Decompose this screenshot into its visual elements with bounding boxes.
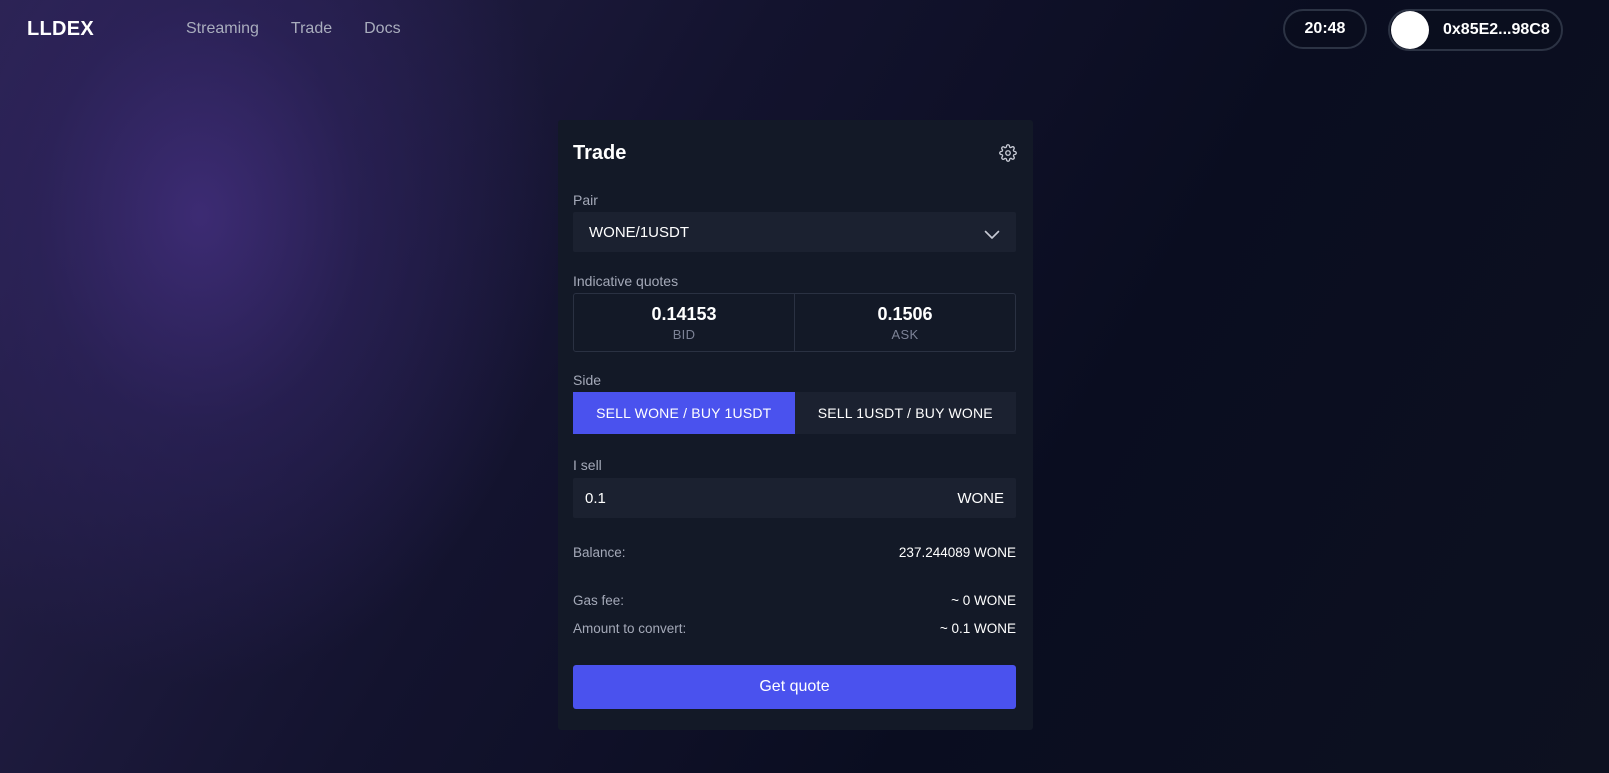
nav-link-docs[interactable]: Docs	[364, 20, 400, 38]
sell-amount-field: WONE	[573, 478, 1016, 518]
nav-link-streaming[interactable]: Streaming	[186, 20, 259, 38]
balance-row: Balance: 237.244089 WONE	[573, 545, 1016, 560]
gas-fee-row: Gas fee: ~ 0 WONE	[573, 593, 1016, 608]
app-logo[interactable]: LLDEX	[27, 18, 94, 41]
ask-value: 0.1506	[877, 304, 933, 324]
sell-amount-input[interactable]	[585, 489, 958, 507]
main-nav: Streaming Trade Docs	[186, 20, 401, 38]
indicative-quotes: 0.14153 BID 0.1506 ASK	[573, 293, 1016, 352]
nav-link-trade[interactable]: Trade	[291, 20, 332, 38]
balance-value: 237.244089 WONE	[898, 545, 1016, 560]
gas-fee-label: Gas fee:	[573, 593, 625, 608]
quotes-label: Indicative quotes	[573, 273, 679, 289]
wallet-address: 0x85E2...98C8	[1443, 21, 1550, 38]
wallet-button[interactable]: 0x85E2...98C8	[1388, 9, 1563, 51]
pair-label: Pair	[573, 192, 598, 208]
gear-icon[interactable]	[999, 144, 1017, 162]
bid-value: 0.14153	[651, 304, 717, 324]
convert-value: ~ 0.1 WONE	[939, 621, 1016, 636]
side-toggle: SELL WONE / BUY 1USDT SELL 1USDT / BUY W…	[573, 392, 1016, 434]
get-quote-button[interactable]: Get quote	[573, 665, 1016, 709]
side-sell-wone-button[interactable]: SELL WONE / BUY 1USDT	[573, 392, 795, 434]
wallet-avatar	[1391, 11, 1429, 49]
trade-card: Trade Pair WONE/1USDT Indicative quotes …	[558, 120, 1033, 730]
clock-display: 20:48	[1283, 9, 1367, 49]
gas-fee-value: ~ 0 WONE	[951, 593, 1016, 608]
balance-label: Balance:	[573, 545, 626, 560]
pair-select[interactable]: WONE/1USDT	[573, 212, 1016, 252]
convert-label: Amount to convert:	[573, 621, 687, 636]
card-title: Trade	[573, 142, 627, 164]
ask-quote: 0.1506 ASK	[794, 294, 1015, 351]
chevron-down-icon	[984, 227, 1000, 239]
side-label: Side	[573, 372, 602, 388]
side-sell-1usdt-button[interactable]: SELL 1USDT / BUY WONE	[794, 392, 1016, 434]
sell-label: I sell	[573, 457, 602, 473]
bid-quote: 0.14153 BID	[574, 294, 794, 351]
ask-label: ASK	[891, 327, 919, 342]
pair-select-value: WONE/1USDT	[589, 223, 690, 241]
convert-row: Amount to convert: ~ 0.1 WONE	[573, 621, 1016, 636]
sell-unit: WONE	[957, 489, 1004, 507]
bid-label: BID	[672, 327, 696, 342]
